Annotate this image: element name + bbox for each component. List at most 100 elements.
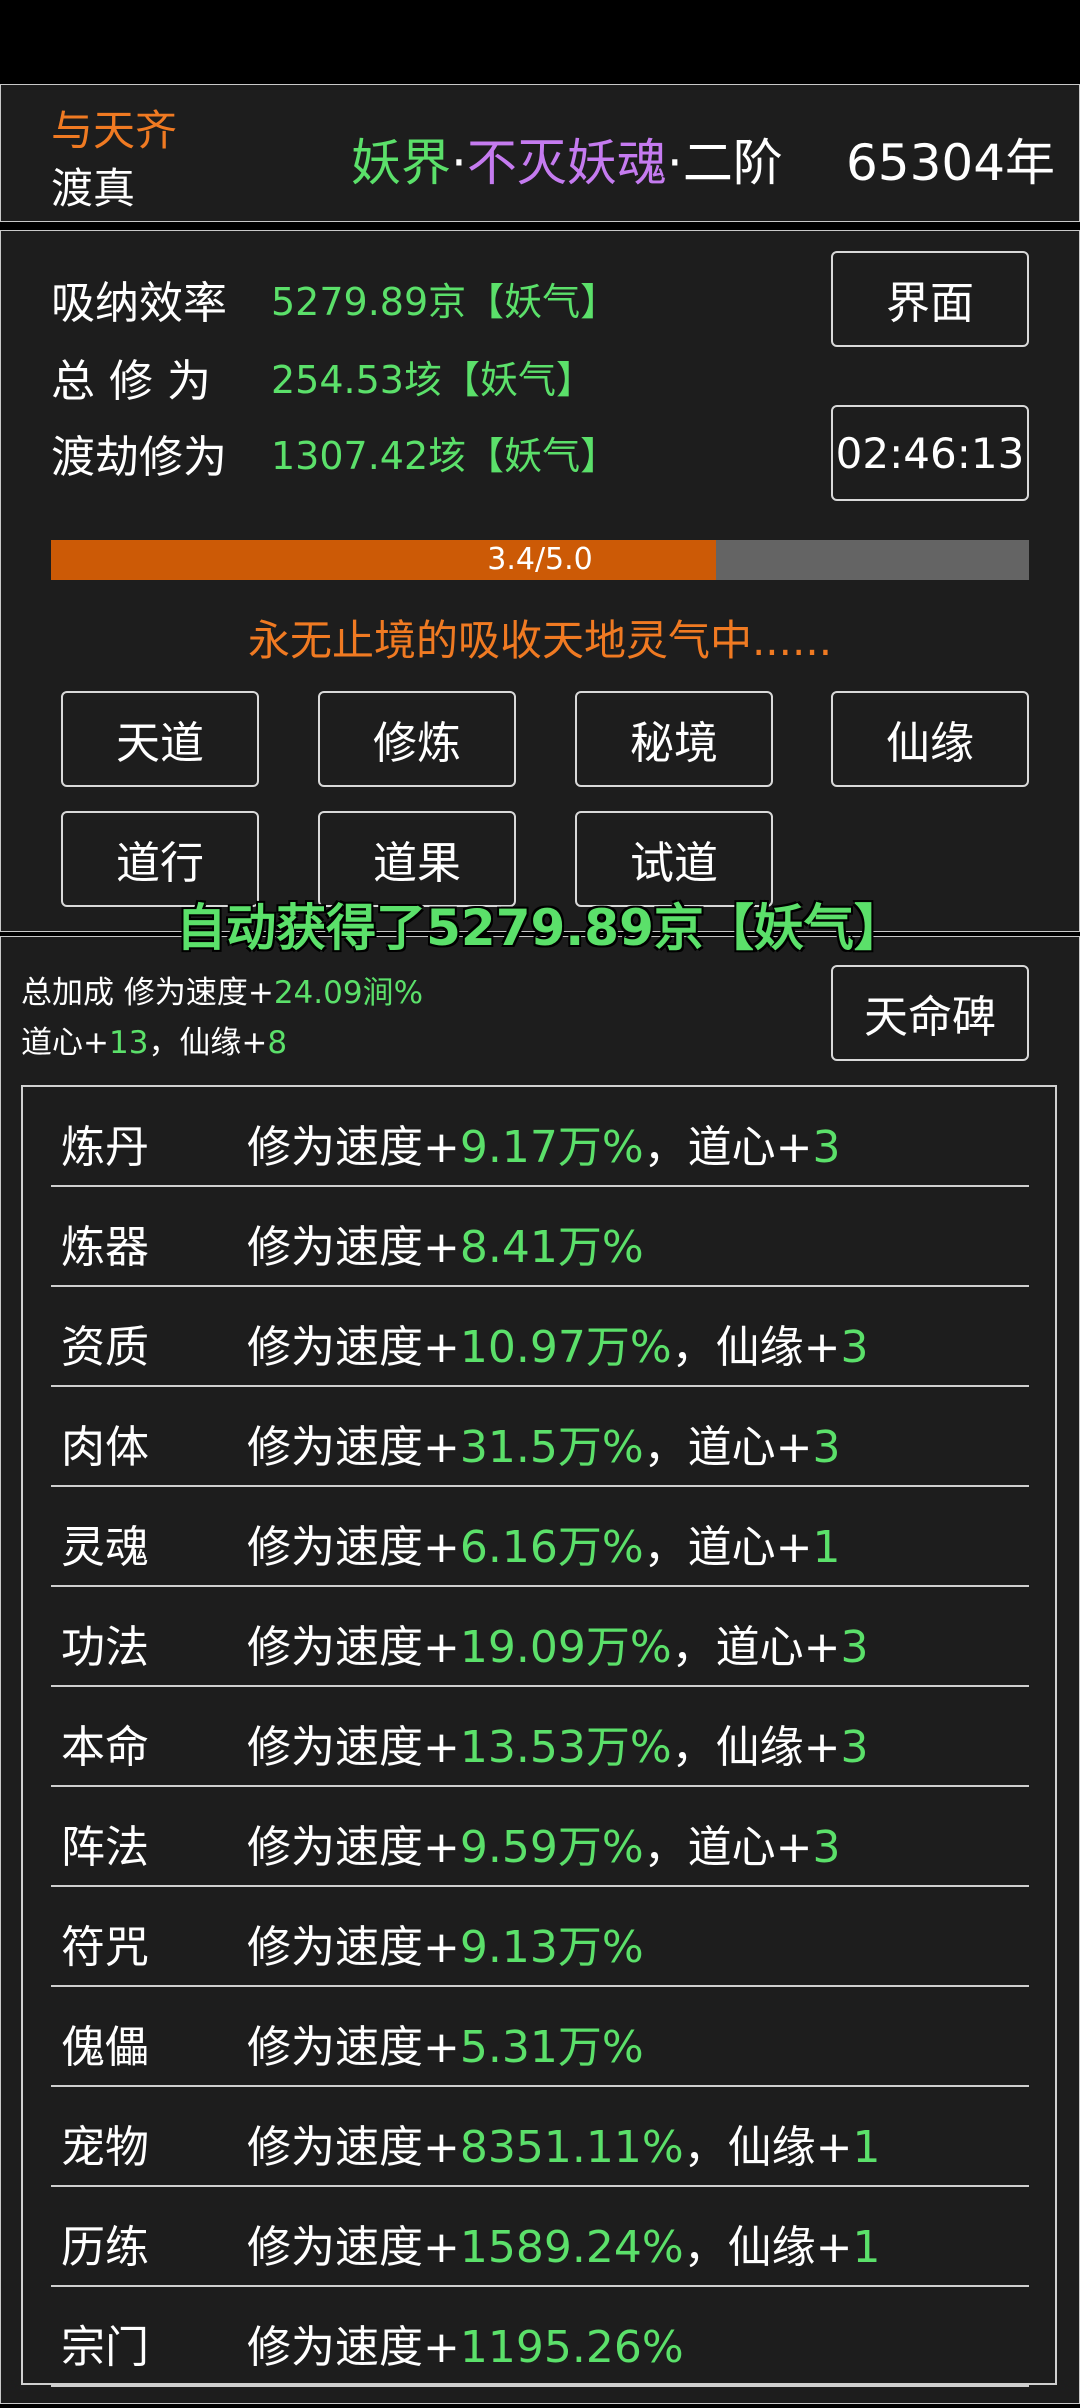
- game-title: 与天齐: [51, 106, 178, 155]
- effect-prefix: 修为速度+: [247, 2322, 460, 2373]
- effect-extra-value: 3: [840, 1722, 869, 1773]
- total-bonus-label: 总加成 修为速度+: [21, 975, 274, 1011]
- effect-extra-label: ，道心+: [643, 1422, 813, 1473]
- realm-stage: 不灭妖魂: [466, 134, 667, 192]
- effect-prefix: 修为速度+: [247, 1722, 460, 1773]
- list-item-effect: 修为速度+1589.24%，仙缘+1: [247, 2211, 881, 2275]
- effect-value: 8351.11%: [459, 2122, 684, 2173]
- secret-realm-button[interactable]: 秘境: [575, 691, 773, 787]
- effect-prefix: 修为速度+: [247, 1622, 460, 1673]
- daoxin-label: 道心+: [21, 1025, 109, 1061]
- list-item-effect: 修为速度+8.41万%: [247, 1211, 644, 1275]
- effect-value: 19.09万%: [459, 1622, 672, 1673]
- total-cultivation-label: 总 修 为: [51, 356, 211, 407]
- daoxin-value: 13: [108, 1025, 149, 1061]
- xianyuan-label: ，仙缘+: [148, 1025, 268, 1061]
- list-item: 符咒 修为速度+9.13万%: [51, 1887, 1029, 1987]
- years-counter: 65304年: [846, 134, 1056, 192]
- effect-prefix: 修为速度+: [247, 1522, 460, 1573]
- list-item-effect: 修为速度+8351.11%，仙缘+1: [247, 2111, 881, 2175]
- realm-level: 二阶: [682, 134, 783, 192]
- list-item-name: 肉体: [61, 1422, 149, 1473]
- list-item: 宠物 修为速度+8351.11%，仙缘+1: [51, 2087, 1029, 2187]
- list-item-name: 历练: [61, 2222, 149, 2273]
- realm-dot: ·: [666, 134, 683, 192]
- list-item-effect: 修为速度+10.97万%，仙缘+3: [247, 1311, 869, 1375]
- effect-extra-value: 3: [840, 1322, 869, 1373]
- effect-extra-label: ，道心+: [643, 1122, 813, 1173]
- list-item-name: 资质: [61, 1322, 149, 1373]
- list-item-effect: 修为速度+19.09万%，道心+3: [247, 1611, 869, 1675]
- effect-value: 9.13万%: [459, 1922, 644, 1973]
- tiandao-button[interactable]: 天道: [61, 691, 259, 787]
- effect-extra-label: ，道心+: [643, 1822, 813, 1873]
- realm-world: 妖界: [351, 134, 451, 192]
- effect-prefix: 修为速度+: [247, 2122, 460, 2173]
- bonus-list: 炼丹 修为速度+9.17万%，道心+3 炼器 修为速度+8.41万% 资质 修为速度+10…: [21, 1085, 1057, 2387]
- effect-extra-value: 3: [812, 1122, 841, 1173]
- list-item-name: 灵魂: [61, 1522, 149, 1573]
- effect-extra-value: 3: [812, 1822, 841, 1873]
- list-item-name: 符咒: [61, 1922, 149, 1973]
- tribulation-label: 渡劫修为: [51, 432, 227, 483]
- total-cultivation-value: 254.53垓【妖气】: [271, 358, 594, 402]
- fate-button[interactable]: 仙缘: [831, 691, 1029, 787]
- interface-button[interactable]: 界面: [831, 251, 1029, 347]
- effect-value: 9.17万%: [459, 1122, 644, 1173]
- list-item-name: 炼丹: [61, 1122, 149, 1173]
- list-item-effect: 修为速度+9.59万%，道心+3: [247, 1811, 841, 1875]
- effect-extra-label: ，仙缘+: [683, 2222, 853, 2273]
- list-item-name: 傀儡: [61, 2022, 149, 2073]
- effect-prefix: 修为速度+: [247, 1122, 460, 1173]
- effect-extra-label: ，道心+: [671, 1622, 841, 1673]
- effect-prefix: 修为速度+: [247, 2022, 460, 2073]
- effect-value: 8.41万%: [459, 1222, 644, 1273]
- effect-value: 10.97万%: [459, 1322, 672, 1373]
- cultivate-button[interactable]: 修炼: [318, 691, 516, 787]
- list-item-effect: 修为速度+6.16万%，道心+1: [247, 1511, 841, 1575]
- effect-value: 9.59万%: [459, 1822, 644, 1873]
- effect-extra-label: ，仙缘+: [671, 1322, 841, 1373]
- list-item: 本命 修为速度+13.53万%，仙缘+3: [51, 1687, 1029, 1787]
- main-panel: 吸纳效率 5279.89京【妖气】 总 修 为 254.53垓【妖气】 渡劫修为…: [0, 230, 1080, 932]
- effect-value: 13.53万%: [459, 1722, 672, 1773]
- list-item: 炼器 修为速度+8.41万%: [51, 1187, 1029, 1287]
- effect-extra-label: ，道心+: [643, 1522, 813, 1573]
- list-item-name: 阵法: [61, 1822, 149, 1873]
- effect-prefix: 修为速度+: [247, 1422, 460, 1473]
- list-item: 宗门 修为速度+1195.26%: [51, 2287, 1029, 2387]
- realm-dot: ·: [451, 134, 467, 192]
- list-item: 灵魂 修为速度+6.16万%，道心+1: [51, 1487, 1029, 1587]
- effect-extra-value: 3: [812, 1422, 841, 1473]
- monument-button[interactable]: 天命碑: [831, 965, 1029, 1061]
- status-text: 永无止境的吸收天地灵气中......: [247, 616, 833, 665]
- list-item-name: 宗门: [61, 2322, 149, 2373]
- absorb-value: 5279.89京【妖气】: [271, 280, 619, 324]
- effect-value: 5.31万%: [459, 2022, 644, 2073]
- heart-fate-line: 道心+13，仙缘+8: [21, 1017, 287, 1062]
- list-item-effect: 修为速度+13.53万%，仙缘+3: [247, 1711, 869, 1775]
- list-item-name: 宠物: [61, 2122, 149, 2173]
- list-item-effect: 修为速度+5.31万%: [247, 2011, 644, 2075]
- list-item-name: 炼器: [61, 1222, 149, 1273]
- total-bonus-line: 总加成 修为速度+24.09涧%: [21, 967, 423, 1012]
- player-name: 渡真: [51, 164, 136, 213]
- absorb-label: 吸纳效率: [51, 278, 227, 329]
- realm-line: 妖界·不灭妖魂·二阶: [351, 123, 783, 195]
- list-item: 阵法 修为速度+9.59万%，道心+3: [51, 1787, 1029, 1887]
- effect-extra-value: 1: [852, 2222, 881, 2273]
- list-item-effect: 修为速度+1195.26%: [247, 2311, 684, 2375]
- bonus-panel: 总加成 修为速度+24.09涧% 道心+13，仙缘+8 天命碑 炼丹 修为速度+9…: [0, 936, 1080, 2404]
- auto-gain-toast: 自动获得了5279.89京【妖气】: [176, 899, 904, 957]
- effect-extra-value: 1: [812, 1522, 841, 1573]
- effect-extra-value: 3: [840, 1622, 869, 1673]
- effect-value: 6.16万%: [459, 1522, 644, 1573]
- list-item: 功法 修为速度+19.09万%，道心+3: [51, 1587, 1029, 1687]
- effect-prefix: 修为速度+: [247, 1322, 460, 1373]
- timer-display: 02:46:13: [831, 405, 1029, 501]
- progress-bar: 3.4/5.0: [51, 540, 1029, 580]
- effect-value: 1195.26%: [459, 2322, 684, 2373]
- effect-prefix: 修为速度+: [247, 1922, 460, 1973]
- effect-extra-label: ，仙缘+: [671, 1722, 841, 1773]
- effect-prefix: 修为速度+: [247, 1222, 460, 1273]
